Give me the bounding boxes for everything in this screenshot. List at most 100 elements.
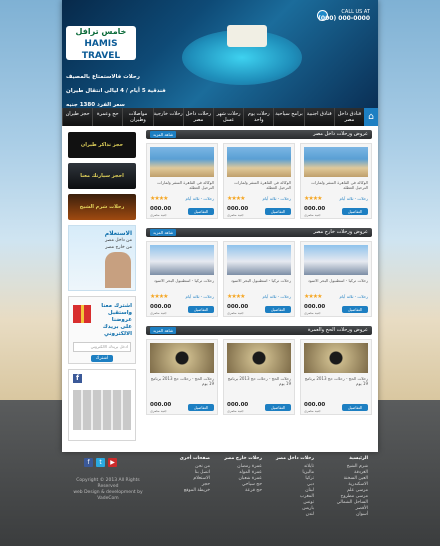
newsletter-box: اشترك معنا واستقبل عروضنا على بريدك الال…	[68, 296, 136, 364]
offer-description: رحلات تركيا - اسطنبول البحر الاسود	[307, 278, 368, 283]
section-more-button[interactable]: شاهد المزيد	[150, 327, 177, 334]
offer-card[interactable]: رحلات الحج - رحلات حج 2013 برنامج 19 يوم…	[300, 339, 372, 415]
newsletter-subscribe-button[interactable]: اشترك	[91, 355, 113, 362]
offer-image	[304, 245, 368, 275]
reception-title: الاستعلام	[104, 230, 132, 237]
offer-image	[227, 147, 291, 177]
offer-description: رحلات الحج - رحلات حج 2013 برنامج 19 يوم	[227, 376, 291, 386]
offer-card[interactable]: الوكالة فى القاهرة السفر ولمارات الترحيل…	[146, 143, 218, 219]
call-number: (000) 000-0000	[318, 15, 370, 22]
offer-description: رحلات الحج - رحلات حج 2013 برنامج 19 يوم	[304, 376, 368, 386]
card-row: رحلات تركيا - اسطنبول البحر الاسود رحلات…	[146, 241, 372, 317]
offer-currency: جنيه مصرى	[150, 311, 167, 315]
nav-item[interactable]: حجز طيران	[61, 108, 92, 126]
footer-col-inside: رحلات داخل مصر تايلاند ماليزيا تركيا دبي…	[266, 456, 314, 518]
facebook-widget: f	[68, 369, 136, 441]
offer-image	[150, 245, 214, 275]
promo-line-1: رحلات فالاستمتاع بالمصيف	[66, 74, 140, 80]
star-rating-icon: ★★★★	[304, 293, 322, 300]
footer-link[interactable]: حج قرعة	[214, 488, 262, 494]
offer-price: 000.00	[304, 304, 326, 310]
section-title: عروض ورحلات داخل مصر	[146, 130, 372, 139]
offer-price: 000.00	[227, 402, 249, 408]
offer-price: 000.00	[150, 206, 172, 212]
footer: f t ▶ Copyright © 2013 All Rights Reserv…	[62, 452, 378, 546]
offer-currency: جنيه مصرى	[227, 213, 244, 217]
section-title: عروض ورحلات خارج مصر	[146, 228, 372, 237]
details-button[interactable]: التفاصيل	[188, 208, 214, 215]
nav-item[interactable]: رحلات خارجية	[152, 108, 183, 126]
offer-price: 000.00	[227, 304, 249, 310]
nav-item[interactable]: رحلات داخل مصر	[182, 108, 213, 126]
offer-currency: جنيه مصرى	[227, 409, 244, 413]
header-banner: خامس ترافل HAMIS TRAVEL CALL US AT (000)…	[62, 0, 378, 108]
sidebar: حجز تذاكر طيران احجز سيارتك معنا رحلات ش…	[68, 132, 136, 441]
offer-card[interactable]: الوكالة فى القاهرة السفر ولمارات الترحيل…	[300, 143, 372, 219]
offer-currency: جنيه مصرى	[227, 311, 244, 315]
nav-item[interactable]: حج وعمرة	[92, 108, 122, 126]
card-row: رحلات الحج - رحلات حج 2013 برنامج 19 يوم…	[146, 339, 372, 415]
offer-image	[150, 147, 214, 177]
offer-description: رحلات تركيا - اسطنبول البحر الاسود	[230, 278, 291, 283]
offer-card[interactable]: رحلات تركيا - اسطنبول البحر الاسود رحلات…	[223, 241, 295, 317]
pavilion-image	[227, 25, 267, 47]
twitter-icon[interactable]: t	[96, 458, 105, 467]
main-content: عروض ورحلات داخل مصر شاهد المزيد الوكالة…	[146, 130, 372, 424]
page-container: خامس ترافل HAMIS TRAVEL CALL US AT (000)…	[61, 0, 378, 452]
offer-currency: جنيه مصرى	[304, 213, 321, 217]
details-button[interactable]: التفاصيل	[342, 208, 368, 215]
footer-col-main: الرئيسية شرم الشيخ الغردقة العين السخنة …	[320, 456, 368, 518]
card-row: الوكالة فى القاهرة السفر ولمارات الترحيل…	[146, 143, 372, 219]
footer-col-other: صفحات أخرى من نحن اتصل بنا الاستعلام حجز…	[162, 456, 210, 494]
social-links: f t ▶	[84, 458, 117, 467]
copyright: Copyright © 2013 All Rights Reserved web…	[73, 478, 143, 501]
section-more-button[interactable]: شاهد المزيد	[150, 229, 177, 236]
offer-card[interactable]: رحلات تركيا - اسطنبول البحر الاسود رحلات…	[300, 241, 372, 317]
nav-item[interactable]: فنادق اجنبية	[303, 108, 334, 126]
offer-description: رحلات الحج - رحلات حج 2013 برنامج 19 يوم	[150, 376, 214, 386]
footer-link[interactable]: لندن	[266, 512, 314, 518]
footer-link[interactable]: خريطة الموقع	[162, 488, 210, 494]
site-logo[interactable]: خامس ترافل HAMIS TRAVEL	[66, 26, 136, 61]
footer-link[interactable]: أسوان	[320, 512, 368, 518]
facebook-icon[interactable]: f	[84, 458, 93, 467]
home-icon[interactable]: ⌂	[364, 108, 378, 126]
offer-card[interactable]: الوكالة فى القاهرة السفر ولمارات الترحيل…	[223, 143, 295, 219]
nav-item[interactable]: رحلات شهر عسل	[212, 108, 243, 126]
nav-item[interactable]: فنادق داخل مصر	[333, 108, 364, 126]
offer-price: 000.00	[150, 304, 172, 310]
offer-price: 000.00	[304, 402, 326, 408]
details-button[interactable]: التفاصيل	[342, 404, 368, 411]
offer-currency: جنيه مصرى	[150, 213, 167, 217]
offer-image	[227, 343, 291, 373]
nav-item[interactable]: رحلات يوم واحد	[243, 108, 273, 126]
promo-line-2: فندقية 5 أيام / 4 ليالى انتقال طيران	[66, 88, 166, 94]
details-button[interactable]: التفاصيل	[265, 208, 291, 215]
nav-item[interactable]: برامج سياحية	[273, 108, 303, 126]
car-banner[interactable]: احجز سيارتك معنا	[68, 163, 136, 189]
offer-card[interactable]: رحلات الحج - رحلات حج 2013 برنامج 19 يوم…	[146, 339, 218, 415]
details-button[interactable]: التفاصيل	[188, 404, 214, 411]
section-more-button[interactable]: شاهد المزيد	[150, 131, 177, 138]
details-button[interactable]: التفاصيل	[188, 306, 214, 313]
offer-image	[304, 147, 368, 177]
logo-arabic: خامس ترافل	[75, 27, 127, 36]
call-us: CALL US AT (000) 000-0000	[318, 9, 370, 22]
details-button[interactable]: التفاصيل	[265, 404, 291, 411]
offer-card[interactable]: رحلات الحج - رحلات حج 2013 برنامج 19 يوم…	[223, 339, 295, 415]
star-rating-icon: ★★★★	[227, 293, 245, 300]
newsletter-email-input[interactable]: ادخل بريدك الالكتروني	[73, 342, 131, 352]
section-hajj: عروض ورحلات الحج والعمرة شاهد المزيد رحل…	[146, 326, 372, 415]
nav-item[interactable]: مواصلات وطيران	[122, 108, 152, 126]
promo-line-3: سعر الفرد 1380 جنيه	[66, 102, 125, 108]
flight-banner[interactable]: حجز تذاكر طيران	[68, 132, 136, 158]
star-rating-icon: ★★★★	[150, 195, 168, 202]
details-button[interactable]: التفاصيل	[342, 306, 368, 313]
sharm-banner[interactable]: رحلات شرم الشيخ	[68, 194, 136, 220]
facebook-icon[interactable]: f	[73, 374, 82, 383]
offer-card[interactable]: رحلات تركيا - اسطنبول البحر الاسود رحلات…	[146, 241, 218, 317]
youtube-icon[interactable]: ▶	[108, 458, 117, 467]
details-button[interactable]: التفاصيل	[265, 306, 291, 313]
offer-description: الوكالة فى القاهرة السفر ولمارات الترحيل…	[157, 180, 214, 190]
offer-currency: جنيه مصرى	[304, 409, 321, 413]
